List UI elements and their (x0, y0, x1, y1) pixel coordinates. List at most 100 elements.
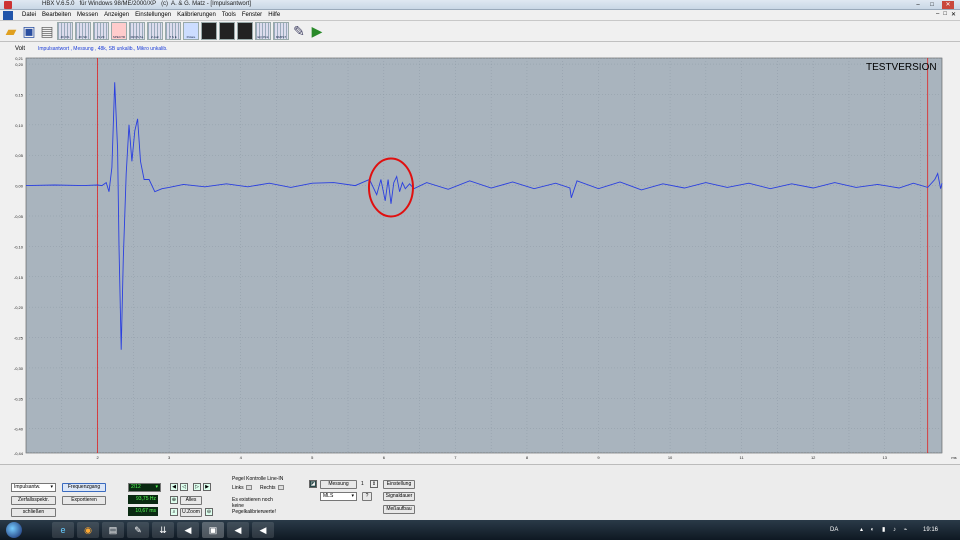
menu-anzeigen[interactable]: Anzeigen (104, 12, 129, 18)
time-readout: 10,67 ms (128, 507, 158, 516)
tool-zf-ds-button[interactable]: ZF DS (57, 22, 73, 40)
show-all-button[interactable]: Alles (180, 496, 202, 505)
plot-area (25, 57, 943, 454)
menu-tools[interactable]: Tools (222, 12, 236, 18)
y-tick-label: 0,00 (15, 184, 24, 189)
y-tick-label: -0,25 (14, 336, 24, 341)
plot-header: Volt Impulsantwort , Messung , 48k, SB u… (0, 42, 960, 56)
menu-bearbeiten[interactable]: Bearbeiten (42, 12, 71, 18)
tool-analyzer-1-button[interactable] (201, 22, 217, 40)
x-tick-label: 4 (240, 455, 243, 460)
tool-polare-button[interactable]: Polare (183, 22, 199, 40)
signal-type-select[interactable]: MLS (320, 492, 357, 501)
tool-spectr-button[interactable]: SPECTR (111, 22, 127, 40)
impulse-plot[interactable]: 0,21 0,20 0,15 0,10 0,05 0,00 -0,05 -0,10 -0,15 -… (0, 56, 960, 464)
control-panel: Impulsantw. Zerfallsspektr. schließen Fr… (0, 464, 960, 520)
measure-mode-icon[interactable]: ◪ (309, 480, 317, 488)
taskbar-app-audio-1[interactable]: ◀ (227, 522, 249, 538)
menu-datei[interactable]: Datei (22, 12, 36, 18)
step-back-icon[interactable]: ◁ (180, 483, 188, 491)
printer-icon[interactable]: ▤ (39, 22, 55, 40)
taskbar-app-editor[interactable]: ✎ (127, 522, 149, 538)
taskbar-app-firefox[interactable]: ◉ (77, 522, 99, 538)
tool-z-calc-button[interactable]: Z calc (147, 22, 163, 40)
tool-is-zf-button[interactable]: IS ZF (93, 22, 109, 40)
step-forward-fast-icon[interactable]: ▶ (203, 483, 211, 491)
clock[interactable]: 19:16 (923, 527, 938, 533)
x-unit-label: ms (951, 455, 956, 460)
y-unit-label: Volt (15, 46, 26, 52)
impulse-chart-svg[interactable]: 0,210,20 0,15 0,10 0,05 0,00 -0,05 -0,10 -0,15 -… (0, 56, 960, 464)
tool-zf-sd-button[interactable]: ZF SD (75, 22, 91, 40)
minimize-button[interactable]: – (912, 1, 924, 9)
mdi-close-button[interactable]: ✕ (951, 11, 956, 18)
x-tick-label: 6 (383, 455, 386, 460)
export-button[interactable]: Exportieren (62, 496, 106, 505)
mdi-maximize-button[interactable]: □ (943, 11, 947, 18)
tool-analyzer-2-button[interactable] (219, 22, 235, 40)
level-right-indicator (277, 485, 284, 491)
settings-button[interactable]: Einstellung (383, 480, 415, 489)
close-view-button[interactable]: schließen (11, 508, 56, 517)
plot-description: Impulsantwort , Messung , 48k, SB unkali… (38, 46, 168, 52)
step-forward-icon[interactable]: ▷ (193, 483, 201, 491)
signal-duration-button[interactable]: Signaldauer (383, 492, 415, 501)
zoom-in-icon[interactable]: ⊕ (170, 496, 178, 504)
maximize-button[interactable]: □ (926, 1, 938, 9)
mdi-minimize-button[interactable]: – (936, 11, 939, 18)
magnifier-icon[interactable]: ⌕ (170, 508, 178, 516)
menu-hilfe[interactable]: Hilfe (268, 12, 280, 18)
help-button[interactable]: ? (362, 492, 372, 501)
menu-einstellungen[interactable]: Einstellungen (135, 12, 171, 18)
taskbar-app-media[interactable]: ◀ (177, 522, 199, 538)
x-tick-label: 5 (311, 455, 314, 460)
measurement-setup-button[interactable]: Meßaufbau (383, 505, 415, 514)
measure-button[interactable]: Messung (320, 480, 357, 489)
step-back-fast-icon[interactable]: ◀ (170, 483, 178, 491)
menu-fenster[interactable]: Fenster (242, 12, 262, 18)
frequency-response-button[interactable]: Frequenzgang (62, 483, 106, 492)
taskbar-app-explorer[interactable]: ▤ (102, 522, 124, 538)
taskbar-app-download[interactable]: ⇊ (152, 522, 174, 538)
undo-zoom-button[interactable]: U.Zoom (180, 508, 202, 517)
resolution-select[interactable]: 2/12 (128, 483, 161, 492)
x-tick-label: 9 (597, 455, 600, 460)
mdi-doc-icon[interactable] (3, 11, 13, 20)
y-tick-label: -0,30 (14, 366, 24, 371)
taskbar-app-ie[interactable]: e (52, 522, 74, 538)
taskbar-app-audio-2[interactable]: ◀ (252, 522, 274, 538)
tool-mmplt-button[interactable]: MMPLT (273, 22, 289, 40)
x-tick-label: 12 (811, 455, 816, 460)
close-button[interactable]: ✕ (942, 1, 954, 9)
view-select[interactable]: Impulsantw. (11, 483, 56, 492)
menu-messen[interactable]: Messen (77, 12, 98, 18)
measure-count: 1 (361, 481, 364, 487)
testversion-watermark: TESTVERSION (866, 62, 937, 73)
y-tick-label: -0,15 (14, 275, 24, 280)
x-tick-label: 8 (526, 455, 529, 460)
tool-frqs-button[interactable]: FRQS SL (129, 22, 145, 40)
folder-open-icon[interactable]: ▰ (3, 22, 19, 40)
exit-door-icon[interactable]: ▶ (309, 22, 325, 40)
tool-analyzer-3-button[interactable] (237, 22, 253, 40)
level-left-indicator (245, 485, 252, 491)
x-tick-label: 13 (883, 455, 888, 460)
taskbar-app-hbx[interactable]: ▣ (202, 522, 224, 538)
measure-count-stepper[interactable]: ⇕ (370, 480, 378, 488)
level-control-title: Pegel Kontrolle Line-IN (232, 476, 284, 482)
floppy-disk-icon[interactable]: ▣ (21, 22, 37, 40)
wrench-icon[interactable]: ✎ (291, 22, 307, 40)
y-tick-label: -0,20 (14, 305, 24, 310)
magnifier-minus-icon[interactable]: ⊖ (205, 508, 213, 516)
y-tick-label: -0,44 (14, 451, 24, 456)
x-tick-label: 11 (740, 455, 745, 460)
y-tick-label: 0,05 (15, 153, 24, 158)
x-tick-label: 3 (168, 455, 171, 460)
tool-eq-pink-button[interactable]: EQ Pink (255, 22, 271, 40)
start-orb-icon[interactable] (6, 522, 22, 538)
tool-tse-button[interactable]: T S E (165, 22, 181, 40)
decay-spectrum-button[interactable]: Zerfallsspektr. (11, 496, 56, 505)
tray-icons[interactable]: ▴ ◐ ▮ ♪ ⌁ (860, 526, 910, 533)
language-indicator[interactable]: DA (830, 527, 838, 533)
menu-kalibrierungen[interactable]: Kalibrierungen (177, 12, 216, 18)
